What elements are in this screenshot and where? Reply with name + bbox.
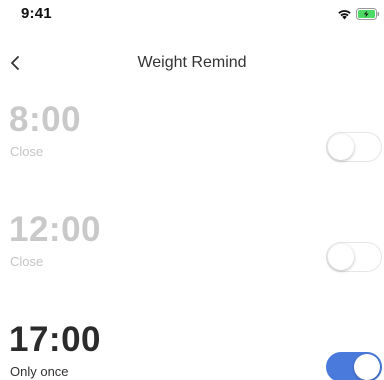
toggle-knob <box>328 244 354 270</box>
reminder-toggle[interactable] <box>326 242 382 272</box>
reminder-toggle[interactable] <box>326 352 382 380</box>
page-title: Weight Remind <box>137 54 247 71</box>
reminder-time: 8:00 <box>9 100 82 139</box>
status-time: 9:41 <box>21 5 52 22</box>
status-bar: 9:41 <box>0 0 384 28</box>
reminder-row-0: 8:00 Close <box>0 100 384 172</box>
reminder-time: 12:00 <box>9 210 102 249</box>
reminder-status: Close <box>10 144 44 159</box>
toggle-knob <box>328 134 354 160</box>
weight-remind-screen: 9:41 Weight Remind 8:00 Close 12:00 Clos <box>0 0 384 380</box>
reminder-toggle[interactable] <box>326 132 382 162</box>
wifi-icon <box>338 10 351 20</box>
reminder-status: Only once <box>10 364 69 379</box>
reminder-time: 17:00 <box>9 320 102 359</box>
reminder-status: Close <box>10 254 44 269</box>
toggle-knob <box>354 354 380 380</box>
nav-bar: Weight Remind <box>0 44 384 82</box>
reminder-row-2: 17:00 Only once <box>0 320 384 380</box>
battery-charging-icon <box>356 8 380 20</box>
reminder-row-1: 12:00 Close <box>0 210 384 282</box>
